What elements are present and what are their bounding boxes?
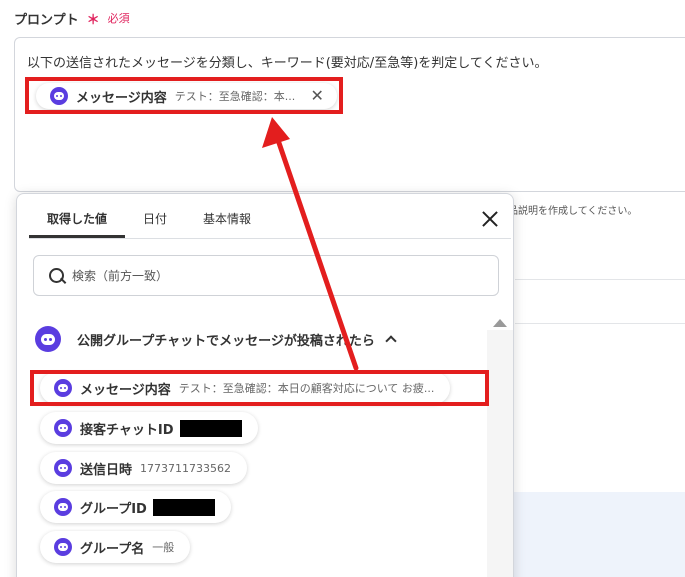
- search-icon: [48, 267, 66, 285]
- highlight-box: [25, 77, 343, 114]
- chat-bubble-icon: [54, 459, 72, 477]
- search-input[interactable]: 検索（前方一致）: [33, 255, 499, 296]
- chat-bubble-icon: [54, 538, 72, 556]
- redacted-value: [152, 498, 215, 516]
- field-chip-chat-id[interactable]: 接客チャットID: [40, 412, 258, 444]
- close-icon[interactable]: [477, 206, 503, 232]
- field-label: グループ名: [80, 541, 145, 557]
- group-title: 公開グループチャットでメッセージが投稿されたら: [77, 333, 375, 349]
- field-label: 接客チャットID: [80, 422, 174, 438]
- prompt-field-label: プロンプト: [14, 12, 79, 28]
- tab-acquired-values[interactable]: 取得した値: [29, 204, 126, 238]
- search-placeholder: 検索（前方一致）: [72, 269, 169, 283]
- scrollbar-track[interactable]: [487, 330, 513, 577]
- prompt-field-label-row: プロンプト ＊ 必須: [14, 8, 130, 28]
- field-value: 1773711733562: [140, 461, 231, 475]
- scroll-up-arrow-icon[interactable]: [493, 319, 507, 327]
- tab-date[interactable]: 日付: [125, 204, 185, 238]
- background-panel: [512, 492, 685, 577]
- prompt-text: 以下の送信されたメッセージを分類し、キーワード(要対応/至急等)を判定してくださ…: [27, 56, 548, 71]
- background-hint-text: 品説明を作成してください。: [508, 206, 638, 217]
- chat-bubble-icon: [54, 498, 72, 516]
- field-label: 送信日時: [80, 462, 133, 478]
- chat-bubble-icon: [35, 326, 61, 352]
- field-chip-group-name[interactable]: グループ名 一般: [40, 531, 191, 563]
- tabs-divider: [29, 238, 511, 239]
- redacted-value: [179, 419, 242, 437]
- tab-basic-info[interactable]: 基本情報: [185, 204, 269, 238]
- chevron-up-icon[interactable]: [385, 335, 397, 347]
- chat-bubble-icon: [54, 419, 72, 437]
- divider: [515, 323, 685, 324]
- highlight-box: [30, 370, 489, 406]
- required-mark: ＊: [86, 12, 100, 28]
- field-chip-group-id[interactable]: グループID: [40, 491, 231, 523]
- picker-tabs: 取得した値 日付 基本情報: [29, 204, 269, 238]
- field-label: グループID: [80, 501, 147, 517]
- field-chip-sent-datetime[interactable]: 送信日時 1773711733562: [40, 452, 247, 484]
- prompt-textarea[interactable]: 以下の送信されたメッセージを分類し、キーワード(要対応/至急等)を判定してくださ…: [14, 37, 685, 192]
- trigger-group-header[interactable]: 公開グループチャットでメッセージが投稿されたら: [35, 326, 397, 352]
- divider: [515, 279, 685, 280]
- required-text: 必須: [107, 12, 130, 25]
- field-value: 一般: [152, 541, 175, 554]
